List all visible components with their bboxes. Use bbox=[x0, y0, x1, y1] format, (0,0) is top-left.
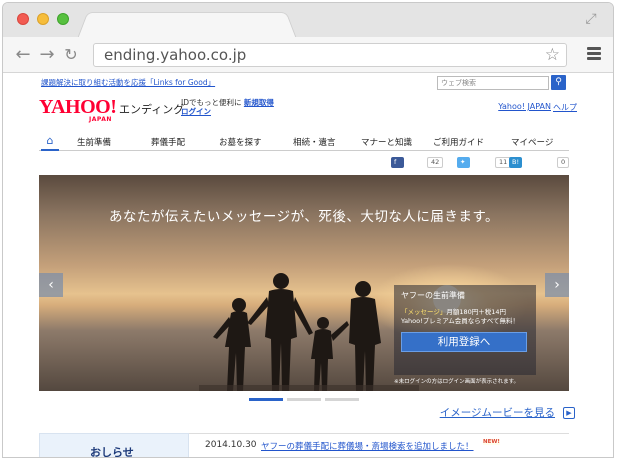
bookmark-count: 0 bbox=[557, 157, 570, 168]
top-utility-bar: 課題解決に取り組む活動を応援「Links for Good」 ウェブ検索 ⚲ bbox=[3, 73, 613, 93]
news-date: 2014.10.30 bbox=[205, 440, 257, 450]
promo-panel: ヤフーの生前準備 「メッセージ」月額180円＋税14円 Yahoo!プレミアム会… bbox=[394, 285, 536, 375]
carousel-prev-arrow[interactable]: ‹ bbox=[39, 273, 63, 297]
help-link[interactable]: ヘルプ bbox=[553, 102, 577, 113]
title-bar: ⤢ bbox=[3, 3, 613, 39]
hatena-icon: B! bbox=[512, 158, 520, 166]
share-count: 42 bbox=[427, 157, 444, 168]
logo-wordmark: YAHOO! bbox=[39, 96, 117, 118]
image-movie-link[interactable]: イメージムービーを見る bbox=[440, 405, 555, 420]
promo-free-note: Yahoo!プレミアム会員ならすべて無料！ bbox=[401, 317, 519, 325]
carousel-dot-2[interactable] bbox=[287, 398, 321, 401]
global-nav: ⌂ 生前準備 葬儀手配 お墓を探す 相続・遺言 マナーと知識 ご利用ガイド マイ… bbox=[39, 133, 569, 151]
new-badge: NEW! bbox=[483, 439, 500, 445]
close-window-button[interactable] bbox=[17, 13, 29, 25]
carousel-dot-1[interactable] bbox=[249, 398, 283, 401]
news-headline-link[interactable]: ヤフーの葬儀手配に葬儀場・斎場検索を追加しました！ bbox=[261, 440, 474, 452]
login-link[interactable]: ログイン bbox=[181, 107, 211, 116]
fullscreen-icon[interactable]: ⤢ bbox=[583, 11, 599, 27]
nav-item-grave[interactable]: お墓を探す bbox=[219, 136, 262, 148]
browser-toolbar: ← → ↻ ending.yahoo.co.jp ☆ bbox=[3, 37, 613, 73]
family-silhouette-image bbox=[199, 273, 419, 391]
facebook-icon: f bbox=[394, 158, 397, 166]
address-url: ending.yahoo.co.jp bbox=[104, 46, 247, 64]
facebook-share-button[interactable]: f シェア bbox=[391, 157, 404, 199]
tweet-button[interactable]: ✦ ツイート bbox=[457, 157, 470, 210]
twitter-icon: ✦ bbox=[460, 158, 466, 166]
service-name: エンディング bbox=[119, 103, 185, 116]
hero-title: あなたが伝えたいメッセージが、死後、大切な人に届きます。 bbox=[108, 209, 500, 225]
bookmark-star-icon[interactable]: ☆ bbox=[545, 45, 560, 65]
browser-window: ⤢ ← → ↻ ending.yahoo.co.jp ☆ 課題解決に取り組む活動… bbox=[2, 2, 614, 458]
promo-price: 月額180円＋税14円 bbox=[446, 308, 507, 316]
carousel-next-arrow[interactable]: › bbox=[545, 273, 569, 297]
nav-item-guide[interactable]: ご利用ガイド bbox=[433, 136, 484, 148]
play-icon[interactable]: ▶ bbox=[563, 407, 575, 419]
yahoo-logo[interactable]: YAHOO! JAPAN bbox=[39, 96, 119, 123]
register-link[interactable]: 新規取得 bbox=[244, 98, 274, 107]
nav-item-inheritance[interactable]: 相続・遺言 bbox=[293, 136, 336, 148]
register-button[interactable]: 利用登録へ bbox=[401, 332, 527, 352]
search-button[interactable]: ⚲ bbox=[551, 75, 566, 90]
hero-banner: あなたが伝えたいメッセージが、死後、大切な人に届きます。 ‹ › ヤフーの生前準… bbox=[39, 175, 569, 391]
promo-message-label: 「メッセージ」 bbox=[401, 308, 447, 316]
nav-item-preparation[interactable]: 生前準備 bbox=[77, 136, 111, 148]
logo-japan: JAPAN bbox=[89, 116, 112, 123]
promo-title: ヤフーの生前準備 bbox=[401, 291, 465, 300]
minimize-window-button[interactable] bbox=[37, 13, 49, 25]
nav-item-funeral[interactable]: 葬儀手配 bbox=[151, 136, 185, 148]
home-icon[interactable]: ⌂ bbox=[41, 134, 59, 151]
news-item: 2014.10.30 ヤフーの葬儀手配に葬儀場・斎場検索を追加しました！ NEW… bbox=[189, 433, 569, 457]
campaign-link[interactable]: 課題解決に取り組む活動を応援「Links for Good」 bbox=[41, 77, 215, 88]
carousel-dot-3[interactable] bbox=[325, 398, 359, 401]
back-arrow-icon[interactable]: ← bbox=[13, 45, 33, 65]
reload-icon[interactable]: ↻ bbox=[61, 45, 81, 65]
web-page: 課題解決に取り組む活動を応援「Links for Good」 ウェブ検索 ⚲ Y… bbox=[3, 73, 613, 458]
web-search-input[interactable]: ウェブ検索 bbox=[437, 76, 549, 90]
login-note: ※未ログインの方はログイン画面が表示されます。 bbox=[394, 379, 520, 385]
maximize-window-button[interactable] bbox=[57, 13, 69, 25]
news-header: おしらせ bbox=[39, 433, 189, 458]
login-prompt: IDでもっと便利に bbox=[181, 98, 242, 107]
browser-tab[interactable] bbox=[77, 12, 297, 39]
search-icon: ⚲ bbox=[555, 77, 562, 87]
news-label: おしらせ bbox=[90, 446, 134, 458]
nav-item-mypage[interactable]: マイページ bbox=[511, 136, 553, 148]
nav-item-manners[interactable]: マナーと知識 bbox=[361, 136, 412, 148]
bookmark-button[interactable]: B! ブックマーク bbox=[509, 157, 523, 232]
address-bar[interactable]: ending.yahoo.co.jp ☆ bbox=[93, 43, 567, 67]
login-prompt-block: IDでもっと便利に 新規取得 ログイン bbox=[181, 98, 274, 116]
browser-menu-icon[interactable] bbox=[587, 47, 601, 61]
yahoo-japan-link[interactable]: Yahoo! JAPAN bbox=[498, 102, 551, 111]
promo-description: 「メッセージ」月額180円＋税14円 Yahoo!プレミアム会員ならすべて無料！ bbox=[401, 308, 529, 326]
forward-arrow-icon[interactable]: → bbox=[37, 45, 57, 65]
